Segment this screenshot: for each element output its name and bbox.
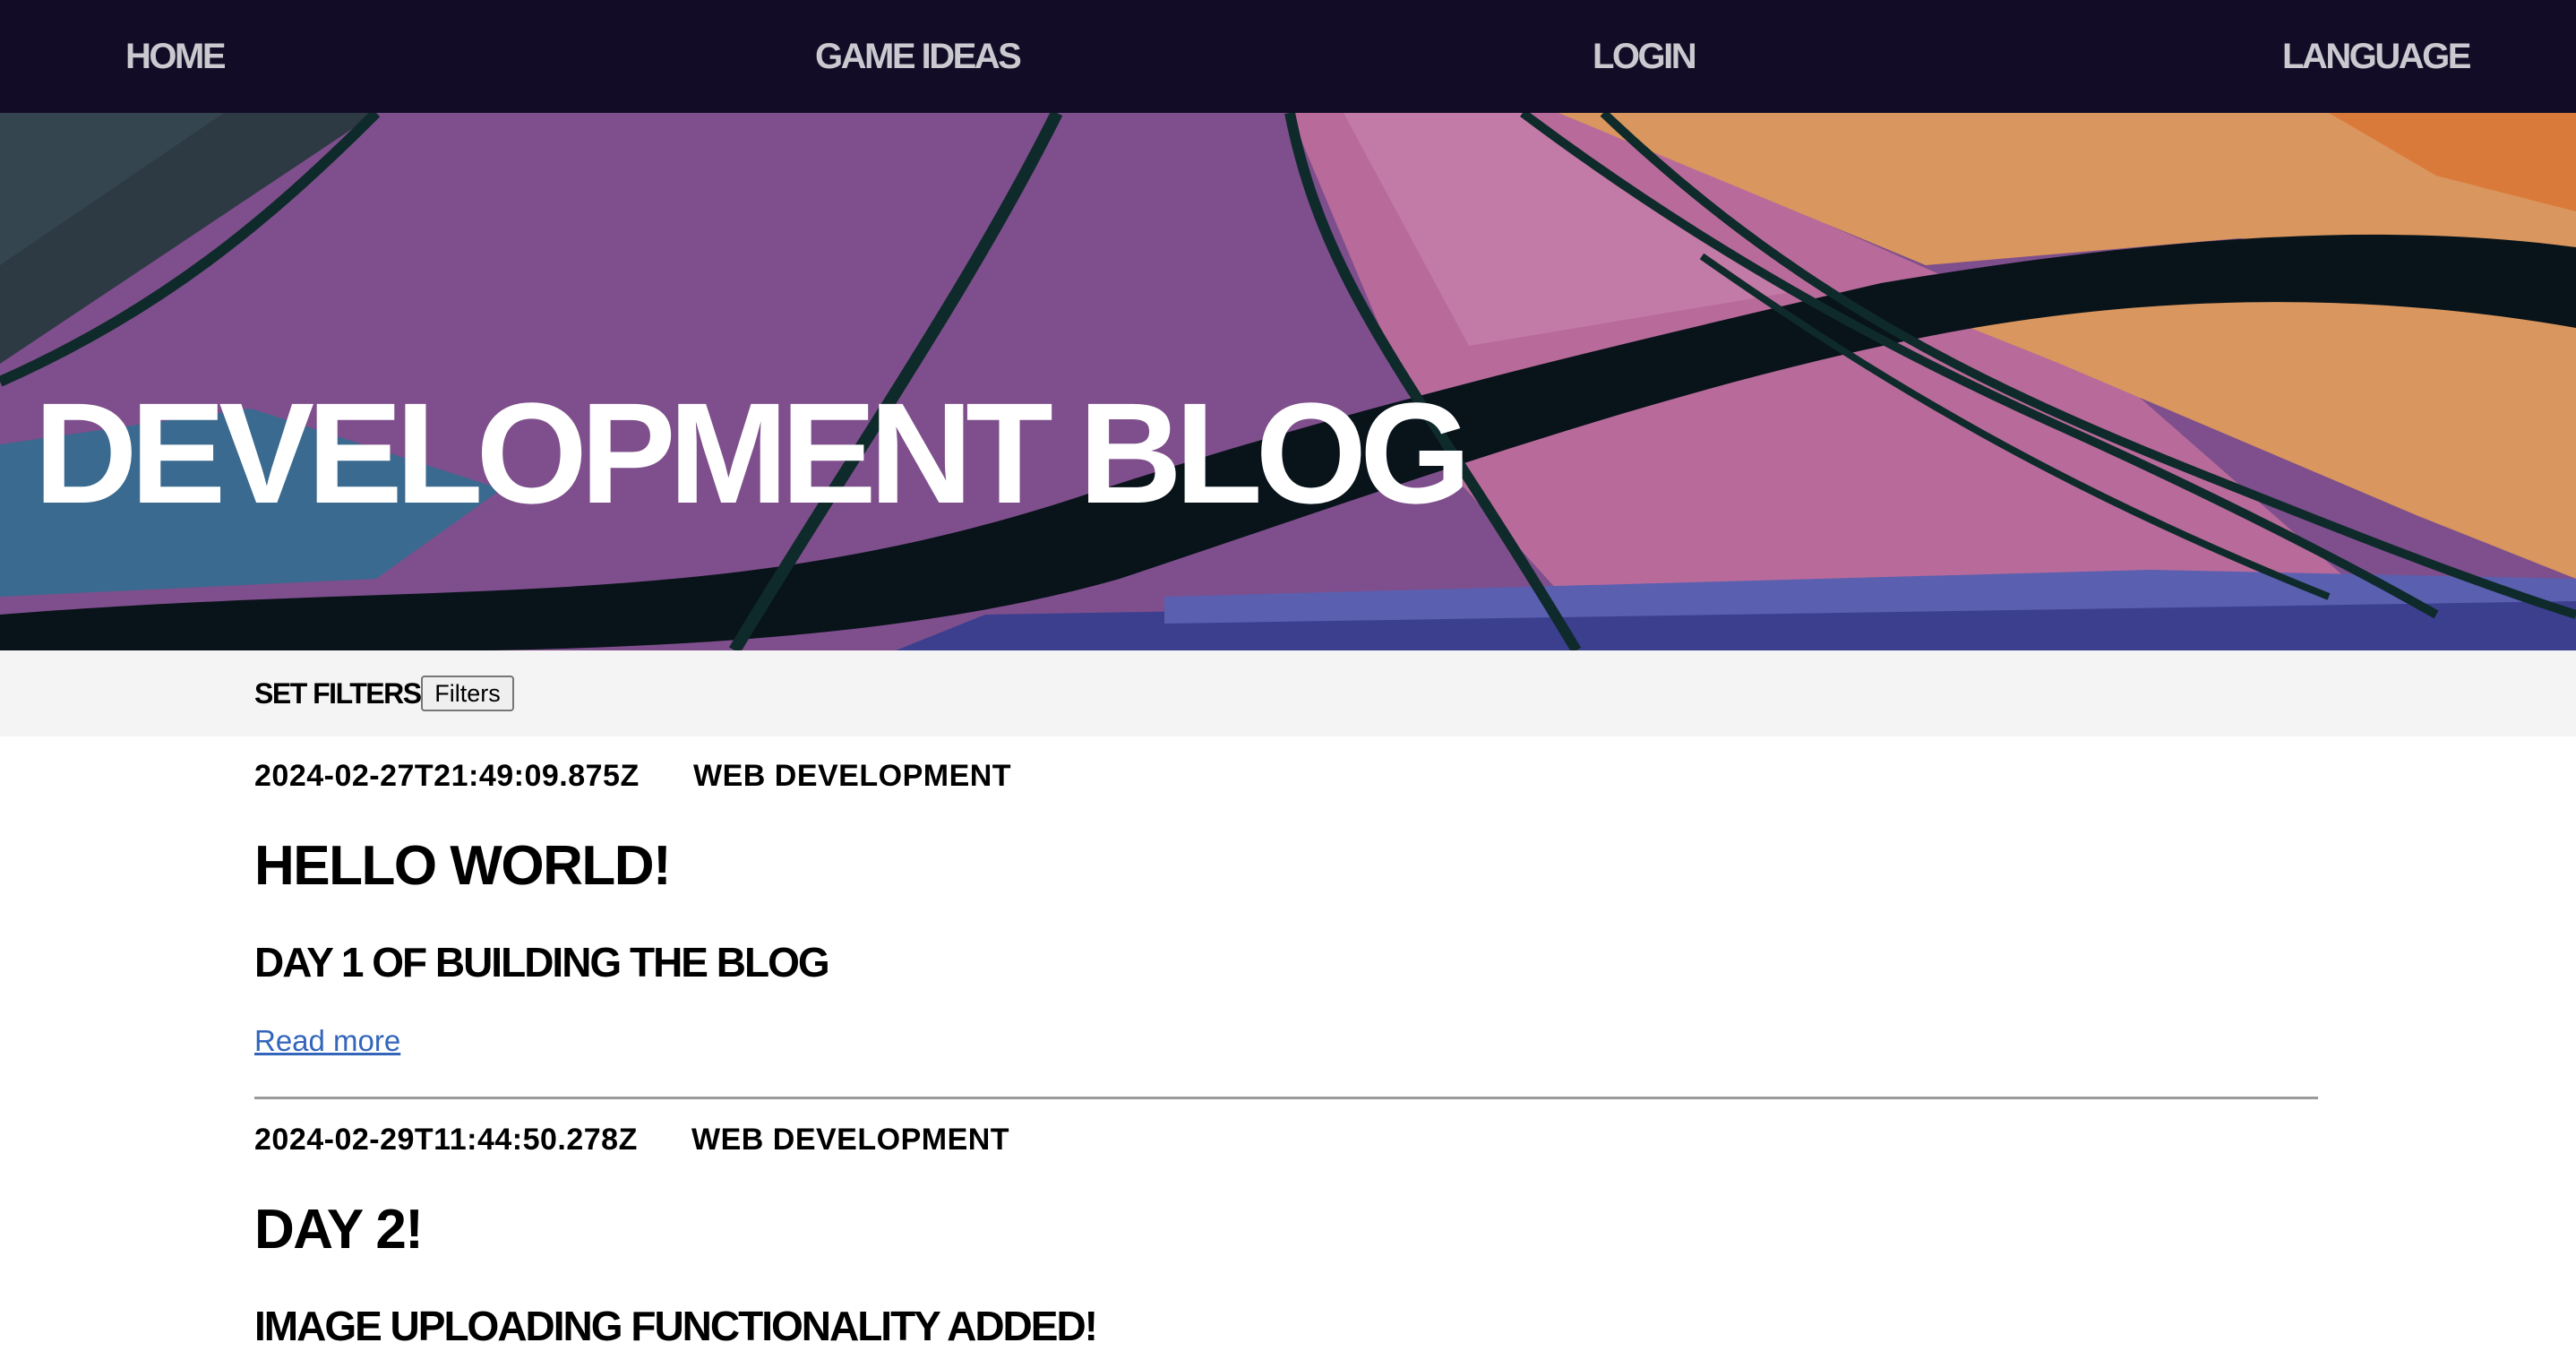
filter-label: SET FILTERS :: [254, 677, 437, 710]
page-title: DEVELOPMENT BLOG: [34, 373, 1472, 533]
post-title: HELLO WORLD!: [254, 835, 672, 897]
top-nav: HOME GAME IDEAS LOGIN LANGUAGE: [0, 0, 2576, 113]
post-subtitle: DAY 1 OF BUILDING THE BLOG: [254, 939, 830, 986]
post-title: DAY 2!: [254, 1199, 424, 1261]
post-category: WEB DEVELOPMENT: [691, 1123, 1010, 1157]
nav-language-link[interactable]: LANGUAGE: [2282, 0, 2471, 113]
post-timestamp: 2024-02-27T21:49:09.875Z: [254, 759, 640, 793]
post-timestamp: 2024-02-29T11:44:50.278Z: [254, 1123, 638, 1157]
nav-login-link[interactable]: LOGIN: [1593, 0, 1697, 113]
nav-home-link[interactable]: HOME: [125, 0, 227, 113]
post-divider: [254, 1097, 2318, 1099]
post-category: WEB DEVELOPMENT: [693, 759, 1012, 793]
filter-bar: SET FILTERS :: [0, 650, 2576, 736]
read-more-link[interactable]: Read more: [254, 1023, 400, 1059]
filters-button[interactable]: Filters: [421, 676, 514, 711]
nav-game-ideas-link[interactable]: GAME IDEAS: [815, 0, 1022, 113]
hero-banner: DEVELOPMENT BLOG: [0, 113, 2576, 650]
post-subtitle: IMAGE UPLOADING FUNCTIONALITY ADDED!: [254, 1303, 1098, 1349]
